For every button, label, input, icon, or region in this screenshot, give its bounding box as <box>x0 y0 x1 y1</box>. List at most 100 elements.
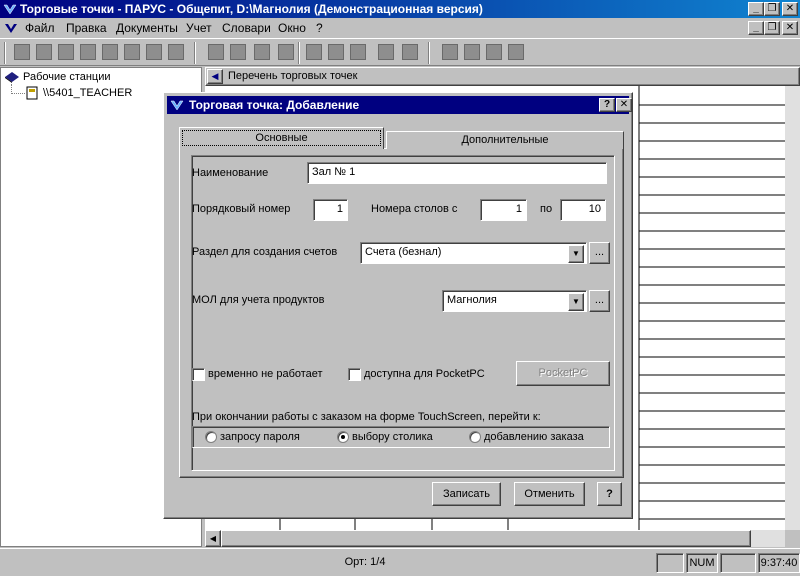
tables-to-label: по <box>540 203 553 215</box>
doc-view-icon[interactable] <box>306 44 322 60</box>
grid-icon[interactable] <box>254 44 270 60</box>
name-field[interactable]: Зал № 1 <box>307 162 607 184</box>
delete-icon[interactable] <box>80 44 96 60</box>
menu-app-icon <box>4 21 18 38</box>
close-button[interactable]: ✕ <box>782 2 798 16</box>
inactive-checkbox[interactable] <box>192 368 205 381</box>
cancel-button[interactable]: Отменить <box>514 482 585 506</box>
tab-additional[interactable]: Дополнительные <box>386 131 624 149</box>
list-title: Перечень торговых точек <box>228 70 358 82</box>
menu-accounting[interactable]: Учет <box>186 21 212 35</box>
book-icon[interactable] <box>402 44 418 60</box>
section-value: Счета (безнал) <box>365 246 442 258</box>
folder-add-icon[interactable] <box>508 44 524 60</box>
menu-window[interactable]: Окно <box>278 21 306 35</box>
dialog-help-button[interactable]: ? <box>599 98 615 112</box>
brush-icon[interactable] <box>328 44 344 60</box>
status-blank2 <box>720 553 756 573</box>
status-time: 9:37:40 <box>758 553 800 573</box>
touchscreen-label: При окончании работы с заказом на форме … <box>192 411 541 423</box>
filter-icon[interactable] <box>102 44 118 60</box>
menu-help[interactable]: ? <box>316 21 323 35</box>
dialog-icon <box>170 98 184 115</box>
copy-doc-icon[interactable] <box>36 44 52 60</box>
new-doc-icon[interactable] <box>14 44 30 60</box>
section-dropdown-icon[interactable]: ▼ <box>568 245 584 263</box>
calendar-icon[interactable] <box>350 44 366 60</box>
print-icon[interactable] <box>146 44 162 60</box>
radio-order[interactable] <box>469 431 481 443</box>
mol-dropdown-icon[interactable]: ▼ <box>568 293 584 311</box>
toolbar-separator <box>4 42 6 64</box>
app-icon <box>3 2 17 16</box>
folder-icon[interactable] <box>486 44 502 60</box>
order-field[interactable]: 1 <box>313 199 348 221</box>
toolbar-separator <box>298 42 300 64</box>
pocketpc-button[interactable]: PocketPC <box>516 361 610 386</box>
mol-label: МОЛ для учета продуктов <box>192 294 325 306</box>
screen-icon[interactable] <box>208 44 224 60</box>
doc-restore-button[interactable]: ❐ <box>764 21 780 35</box>
save-button[interactable]: Записать <box>432 482 501 506</box>
menu-documents[interactable]: Документы <box>116 21 178 35</box>
status-blank <box>656 553 684 573</box>
user-card-icon[interactable] <box>378 44 394 60</box>
inactive-label: временно не работает <box>208 368 323 380</box>
section-label: Раздел для создания счетов <box>192 246 338 258</box>
menu-edit[interactable]: Правка <box>66 21 107 35</box>
section-combo[interactable]: Счета (безнал) ▼ <box>360 242 587 264</box>
dialog-title: Торговая точка: Добавление <box>189 98 360 112</box>
app-title: Торговые точки - ПАРУС - Общепит, D:\Маг… <box>20 2 483 16</box>
radio-table-label: выбору столика <box>352 431 433 443</box>
menu-dictionaries[interactable]: Словари <box>222 21 271 35</box>
toolbar-separator <box>194 42 196 64</box>
print-preview-icon[interactable] <box>124 44 140 60</box>
workstation-icon <box>25 86 39 103</box>
minimize-button[interactable]: _ <box>748 2 764 16</box>
options-icon[interactable] <box>168 44 184 60</box>
scroll-left-button[interactable]: ◀ <box>205 530 221 547</box>
menu-file[interactable]: Файл <box>25 21 55 35</box>
doc-close-button[interactable]: ✕ <box>782 21 798 35</box>
radio-password[interactable] <box>205 431 217 443</box>
radio-order-label: добавлению заказа <box>484 431 584 443</box>
point-add-dialog: Торговая точка: Добавление ? ✕ Основные … <box>163 92 633 519</box>
mol-browse-button[interactable]: ... <box>589 290 610 312</box>
scroll-thumb[interactable] <box>221 530 751 547</box>
status-bar: Орт: 1/4 NUM 9:37:40 <box>0 548 800 576</box>
edit-doc-icon[interactable] <box>58 44 74 60</box>
app-title-bar: Торговые точки - ПАРУС - Общепит, D:\Маг… <box>0 0 800 18</box>
status-record: Орт: 1/4 <box>344 556 386 568</box>
nav-back-button[interactable]: ◀ <box>207 69 223 84</box>
radio-password-label: запросу пароля <box>220 431 300 443</box>
pocketpc-label: доступна для PocketPC <box>364 368 485 380</box>
status-num: NUM <box>686 553 718 573</box>
restore-button[interactable]: ❐ <box>764 2 780 16</box>
calculator-icon[interactable] <box>442 44 458 60</box>
table-icon[interactable] <box>278 44 294 60</box>
tab-main[interactable]: Основные <box>179 127 384 149</box>
tree-connector <box>11 84 25 94</box>
name-label: Наименование <box>192 167 269 179</box>
section-browse-button[interactable]: ... <box>589 242 610 264</box>
tables-from-field[interactable]: 1 <box>480 199 527 221</box>
menu-bar: Файл Правка Документы Учет Словари Окно … <box>0 18 800 38</box>
tree-child[interactable]: \\5401_TEACHER <box>43 87 132 99</box>
tree-root[interactable]: Рабочие станции <box>23 71 111 83</box>
tables-to-field[interactable]: 10 <box>560 199 606 221</box>
tables-label: Номера столов с <box>371 203 458 215</box>
tools-icon[interactable] <box>464 44 480 60</box>
pocketpc-checkbox[interactable] <box>348 368 361 381</box>
mol-combo[interactable]: Магнолия ▼ <box>442 290 587 312</box>
toolbar <box>0 38 800 66</box>
order-label: Порядковый номер <box>192 203 291 215</box>
dialog-close-button[interactable]: ✕ <box>616 98 632 112</box>
users-icon[interactable] <box>230 44 246 60</box>
list-header: ◀ Перечень торговых точек <box>205 67 800 86</box>
doc-minimize-button[interactable]: _ <box>748 21 764 35</box>
vertical-scrollbar[interactable] <box>785 86 800 530</box>
toolbar-separator <box>428 42 430 64</box>
radio-table[interactable] <box>337 431 349 443</box>
help-button[interactable]: ? <box>597 482 622 506</box>
horizontal-scrollbar[interactable]: ◀ <box>205 530 785 547</box>
